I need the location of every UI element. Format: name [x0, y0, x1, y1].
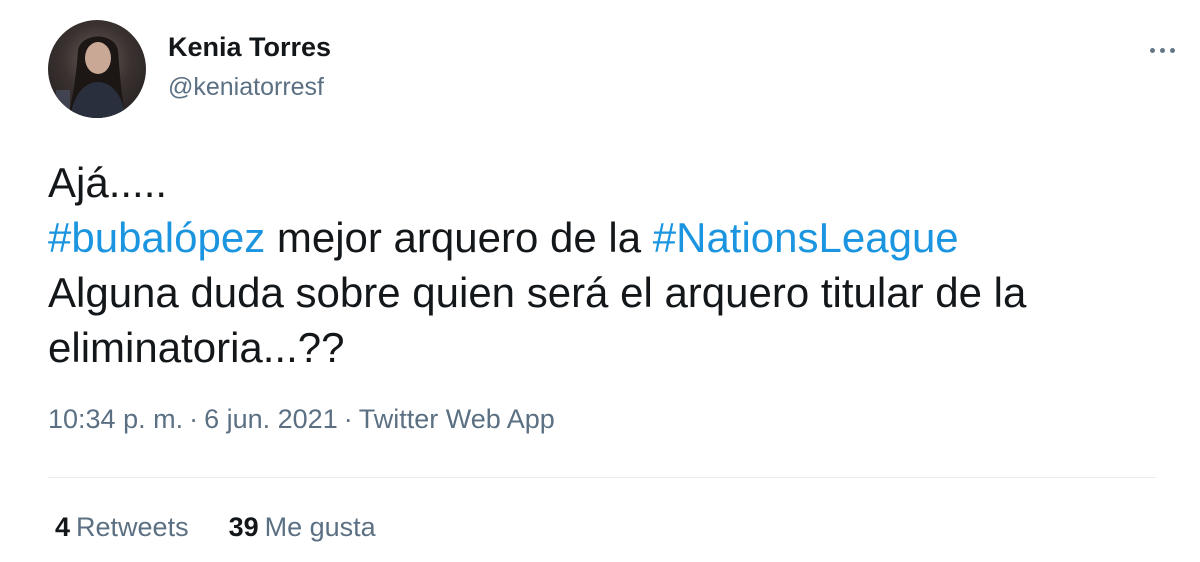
tweet-line: Ajá.....: [48, 159, 168, 206]
author-handle[interactable]: @keniatorresf: [168, 73, 324, 102]
tweet-text-segment: mejor arquero de la: [265, 214, 653, 261]
tweet-time[interactable]: 10:34 p. m.: [48, 404, 183, 434]
engagement-stats: 4 Retweets 39 Me gusta: [55, 512, 376, 543]
retweets-label: Retweets: [76, 512, 189, 542]
tweet-line: #bubalópez mejor arquero de la #NationsL…: [48, 210, 1168, 265]
tweet-card: Kenia Torres @keniatorresf Ajá..... #bub…: [0, 0, 1200, 562]
likes-stat[interactable]: 39 Me gusta: [229, 512, 376, 543]
tweet-date[interactable]: 6 jun. 2021: [204, 404, 338, 434]
hashtag-link[interactable]: #bubalópez: [48, 214, 265, 261]
likes-count: 39: [228, 512, 259, 542]
meta-separator: ·: [343, 404, 353, 434]
hashtag-link[interactable]: #NationsLeague: [653, 214, 959, 261]
more-options-icon[interactable]: [1140, 36, 1184, 64]
likes-label: Me gusta: [264, 512, 376, 542]
meta-separator: ·: [189, 404, 199, 434]
tweet-text: Ajá..... #bubalópez mejor arquero de la …: [48, 155, 1168, 375]
tweet-line: Alguna duda sobre quien será el arquero …: [48, 269, 1027, 316]
author-name[interactable]: Kenia Torres: [168, 32, 331, 63]
retweets-count: 4: [55, 512, 71, 542]
dot: [1149, 47, 1155, 53]
dot: [1159, 47, 1165, 53]
dot: [1169, 47, 1175, 53]
divider: [48, 477, 1156, 478]
retweets-stat[interactable]: 4 Retweets: [55, 512, 189, 543]
tweet-meta: 10:34 p. m. · 6 jun. 2021 · Twitter Web App: [48, 404, 555, 435]
tweet-line: eliminatoria...??: [48, 324, 345, 371]
tweet-source[interactable]: Twitter Web App: [359, 404, 555, 434]
avatar[interactable]: [48, 20, 146, 118]
